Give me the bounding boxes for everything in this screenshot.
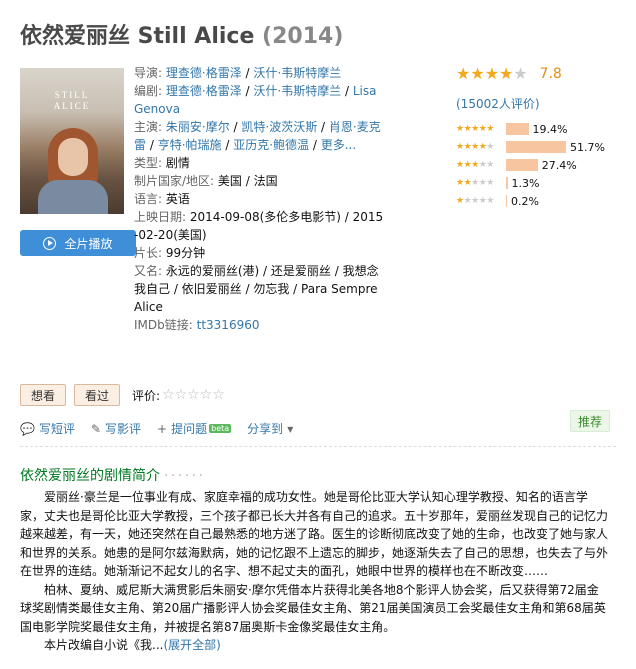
action-bar: 想看 看过 评价: ☆☆☆☆☆	[20, 384, 225, 406]
info-country: 制片国家/地区: 美国 / 法国	[134, 174, 278, 188]
rating-bar-row: ★★★★★ 1.3%	[456, 174, 626, 192]
info-genre: 类型: 剧情	[134, 156, 190, 170]
summary-heading: 依然爱丽丝的剧情简介 · · · · · ·	[20, 468, 203, 484]
info-director: 导演: 理查德·格雷泽 / 沃什·韦斯特摩兰	[134, 66, 342, 80]
rating-panel: ★★★★★ 7.8 (15002人评价) ★★★★★ 19.4% ★★★★★ 51.7…	[456, 64, 626, 210]
rating-votes-link[interactable]: (15002人评价)	[456, 95, 626, 112]
rating-bar	[506, 195, 507, 207]
imdb-link[interactable]: tt3316960	[197, 318, 260, 332]
write-short-review-link[interactable]: 💬 写短评	[20, 420, 75, 437]
page-title: 依然爱丽丝 Still Alice (2014)	[20, 18, 343, 50]
play-button-label: 全片播放	[64, 236, 113, 251]
writer-link-1[interactable]: 理查德·格雷泽	[166, 84, 242, 98]
movie-poster[interactable]: STILL ALICE	[20, 68, 124, 214]
rating-bar-stars: ★★★★★	[456, 178, 494, 188]
poster-text: STILL ALICE	[53, 90, 91, 111]
info-language: 语言: 英语	[134, 192, 190, 206]
rating-stars: ★★★★★	[456, 64, 528, 83]
rating-bar-row: ★★★★★ 27.4%	[456, 156, 626, 174]
cast-more-link[interactable]: 更多...	[321, 138, 356, 152]
info-runtime: 片长: 99分钟	[134, 246, 206, 260]
poster-figure-face	[58, 138, 88, 176]
rating-bar	[506, 141, 566, 153]
cast-link-1[interactable]: 朱丽安·摩尔	[166, 120, 230, 134]
rating-bar-percent: 19.4%	[532, 122, 568, 136]
watched-button[interactable]: 看过	[74, 384, 121, 406]
rating-bar-percent: 27.4%	[541, 158, 577, 172]
rating-bar	[506, 159, 538, 171]
chevron-down-icon: ▾	[287, 421, 294, 436]
info-writer: 编剧: 理查德·格雷泽 / 沃什·韦斯特摩兰 / Lisa Genova	[134, 84, 377, 116]
divider	[20, 446, 616, 447]
want-to-watch-button[interactable]: 想看	[20, 384, 67, 406]
cast-link-4[interactable]: 亨特·帕瑞施	[158, 138, 222, 152]
info-release: 上映日期: 2014-09-08(多伦多电影节) / 2015-02-20(美国…	[134, 210, 384, 242]
rating-distribution: ★★★★★ 19.4% ★★★★★ 51.7% ★★★★★ 27.4% ★★★★★ 1.3% ★…	[456, 120, 626, 210]
summary-paragraph-3: 本片改编自小说《我...(展开全部)	[44, 638, 221, 652]
rating-score: 7.8	[539, 65, 562, 82]
comment-icon: 💬	[20, 421, 35, 436]
cast-link-2[interactable]: 凯特·波茨沃斯	[241, 120, 317, 134]
play-circle-icon	[43, 236, 57, 250]
info-cast: 主演: 朱丽安·摩尔 / 凯特·波茨沃斯 / 肖恩·麦克雷 / 亨特·帕瑞施 /…	[134, 120, 381, 152]
rating-bar-row: ★★★★★ 0.2%	[456, 192, 626, 210]
beta-badge: beta	[209, 424, 232, 433]
pencil-icon: ✎	[90, 421, 102, 436]
rating-bar-row: ★★★★★ 51.7%	[456, 138, 626, 156]
director-link-1[interactable]: 理查德·格雷泽	[166, 66, 242, 80]
writer-link-2[interactable]: 沃什·韦斯特摩兰	[253, 84, 341, 98]
write-review-link[interactable]: ✎ 写影评	[91, 420, 141, 437]
summary-body: 爱丽丝·豪兰是一位事业有成、家庭幸福的成功女性。她是哥伦比亚大学认知心理学教授、…	[20, 488, 610, 655]
cast-link-5[interactable]: 亚历克·鲍德温	[233, 138, 309, 152]
rating-bar	[506, 177, 508, 189]
rating-bar-percent: 51.7%	[570, 140, 605, 154]
ask-question-link[interactable]: + 提问题 beta	[157, 420, 232, 437]
expand-all-link[interactable]: (展开全部)	[163, 638, 220, 652]
movie-year: (2014)	[262, 24, 344, 49]
rate-stars-input[interactable]: ☆☆☆☆☆	[162, 387, 225, 403]
movie-info: 导演: 理查德·格雷泽 / 沃什·韦斯特摩兰 编剧: 理查德·格雷泽 / 沃什·…	[134, 64, 384, 334]
info-aka: 又名: 永远的爱丽丝(港) / 还是爱丽丝 / 我想念我自己 / 依旧爱丽丝 /…	[134, 264, 379, 314]
share-dropdown[interactable]: 分享到 ▾	[247, 420, 297, 437]
rate-label: 评价:	[132, 388, 161, 403]
rating-bar-stars: ★★★★★	[456, 160, 494, 170]
recommend-button[interactable]: 推荐	[570, 410, 610, 432]
plus-icon: +	[157, 421, 168, 436]
rating-bar-percent: 0.2%	[511, 194, 539, 208]
rating-bar-percent: 1.3%	[511, 176, 540, 190]
poster-figure-body	[38, 180, 108, 214]
info-imdb: IMDb链接: tt3316960	[134, 318, 260, 332]
rating-bar-stars: ★★★★★	[456, 124, 494, 134]
rating-bar-row: ★★★★★ 19.4%	[456, 120, 626, 138]
movie-name: 依然爱丽丝 Still Alice	[20, 24, 255, 49]
rating-bar-stars: ★★★★★	[456, 142, 494, 152]
summary-paragraph-2: 柏林、夏纳、威尼斯大满贯影后朱丽安·摩尔凭借本片获得北美各地8个影评人协会奖，后…	[20, 582, 606, 634]
rating-bar-stars: ★★★★★	[456, 196, 494, 206]
rating-bar	[506, 123, 529, 135]
summary-paragraph-1: 爱丽丝·豪兰是一位事业有成、家庭幸福的成功女性。她是哥伦比亚大学认知心理学教授、…	[20, 490, 609, 578]
tool-links: 💬 写短评 ✎ 写影评 + 提问题 beta 分享到 ▾	[20, 420, 313, 437]
director-link-2[interactable]: 沃什·韦斯特摩兰	[253, 66, 341, 80]
play-full-button[interactable]: 全片播放	[20, 230, 136, 256]
